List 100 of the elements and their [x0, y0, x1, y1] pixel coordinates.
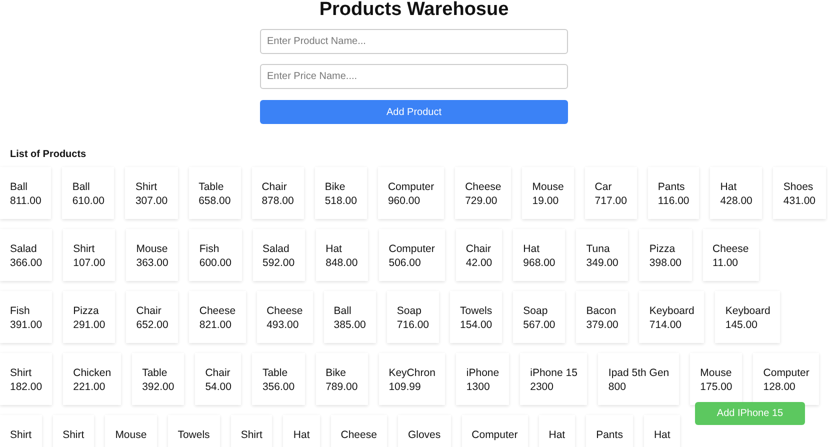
product-name: Pizza	[73, 304, 100, 318]
product-name: Bacon	[586, 304, 618, 318]
product-name: Mouse	[136, 242, 168, 256]
product-name: Bike	[324, 180, 346, 194]
product-price: 366.00	[10, 256, 42, 270]
product-price: 493.00	[266, 318, 300, 332]
product-name: Salad	[262, 242, 290, 256]
product-price: 154.00	[460, 318, 492, 332]
product-price: 2300	[530, 380, 554, 394]
product-price: 821.00	[199, 318, 232, 332]
product-price: 714.00	[649, 318, 683, 332]
product-name: Mouse	[115, 428, 147, 442]
page-title: Products Warehosue	[318, 0, 510, 20]
product-name: Shirt	[73, 242, 96, 256]
add-iphone-button[interactable]: Add IPhone 15	[695, 402, 805, 425]
product-name: Car	[594, 180, 613, 194]
product-name: Gloves	[408, 428, 441, 442]
product-price: 349.00	[586, 256, 618, 270]
product-name: Chair	[262, 180, 288, 194]
product-price: 652.00	[136, 318, 168, 332]
product-price: 610.00	[72, 194, 104, 208]
product-name: Chair	[205, 366, 232, 380]
product-name: Ball	[334, 304, 352, 318]
product-name: Hat	[293, 428, 310, 442]
product-price: 428.00	[720, 194, 752, 208]
product-price: 363.00	[136, 256, 168, 270]
product-price: 221.00	[73, 380, 106, 394]
product-name: Pizza	[649, 242, 676, 256]
product-price: 19.00	[532, 194, 560, 208]
product-price: 356.00	[262, 380, 295, 394]
product-price: 54.00	[205, 380, 232, 394]
product-name: Shirt	[135, 180, 158, 194]
product-name: Shirt	[240, 428, 262, 442]
product-name: iPhone 15	[530, 366, 578, 380]
product-name: Hat	[720, 180, 738, 194]
product-name: Computer	[472, 428, 518, 442]
product-name: Cheese	[266, 304, 303, 318]
product-name: Computer	[388, 180, 434, 194]
product-name: Pants	[658, 180, 686, 194]
product-name: Ipad 5th Gen	[608, 366, 670, 380]
product-name: Towels	[178, 428, 210, 442]
product-name: Table	[142, 366, 168, 380]
product-price: 107.00	[73, 256, 106, 270]
product-name: Hat	[326, 242, 343, 256]
product-price: 182.00	[10, 380, 42, 394]
product-price: 506.00	[388, 256, 422, 270]
product-name: Fish	[10, 304, 31, 318]
product-price: 800	[608, 380, 627, 394]
product-price: 42.00	[466, 256, 492, 270]
product-name: Cheese	[199, 304, 236, 318]
product-name: Computer	[388, 242, 435, 256]
product-price: 717.00	[594, 194, 627, 208]
product-name: Keyboard	[725, 304, 770, 318]
product-price: 567.00	[523, 318, 556, 332]
product-price: 398.00	[649, 256, 682, 270]
product-price: 716.00	[396, 318, 430, 332]
product-name: Cheese	[465, 180, 502, 194]
product-price: 11.00	[712, 256, 740, 270]
list-heading: List of Products	[10, 149, 88, 161]
product-price: 145.00	[725, 318, 758, 332]
product-price: 811.00	[10, 194, 42, 208]
product-price: 960.00	[388, 194, 422, 208]
product-name: Shirt	[10, 366, 33, 380]
product-price: 600.00	[199, 256, 232, 270]
product-price: 128.00	[763, 380, 796, 394]
product-name: Table	[262, 366, 289, 380]
product-price: 291.00	[73, 318, 106, 332]
product-name: Towels	[460, 304, 492, 318]
product-name: Ball	[10, 180, 29, 194]
product-price: 175.00	[700, 380, 732, 394]
product-name: Pants	[596, 428, 623, 442]
product-name-field[interactable]: Enter Product Name...	[260, 29, 568, 54]
product-name: Bike	[326, 366, 348, 380]
product-name: Chair	[466, 242, 492, 256]
product-name: Shirt	[10, 428, 32, 442]
product-name: Tuna	[586, 242, 611, 256]
product-price: 658.00	[198, 194, 231, 208]
product-price: 729.00	[465, 194, 498, 208]
product-name: Hat	[523, 242, 540, 256]
product-price: 968.00	[523, 256, 556, 270]
product-name: Soap	[523, 304, 549, 318]
product-name: Mouse	[532, 180, 564, 194]
product-name: Mouse	[700, 366, 732, 380]
product-name: Salad	[10, 242, 38, 256]
product-name: Soap	[396, 304, 422, 318]
product-name: Hat	[548, 428, 566, 442]
product-name: Chair	[136, 304, 162, 318]
product-price: 431.00	[783, 194, 816, 208]
product-name: Shirt	[62, 428, 84, 442]
product-name: Cheese	[340, 428, 377, 442]
product-name: Ball	[72, 180, 91, 194]
product-price: 592.00	[262, 256, 295, 270]
product-name: Keyboard	[649, 304, 694, 318]
product-price: 789.00	[326, 380, 358, 394]
price-field[interactable]: Enter Price Name....	[260, 64, 568, 89]
product-price: 116.00	[658, 194, 690, 208]
product-name: Shoes	[783, 180, 814, 194]
add-product-button[interactable]: Add Product	[260, 100, 568, 124]
product-name: Table	[198, 180, 225, 194]
product-name: KeyChron	[388, 366, 436, 380]
